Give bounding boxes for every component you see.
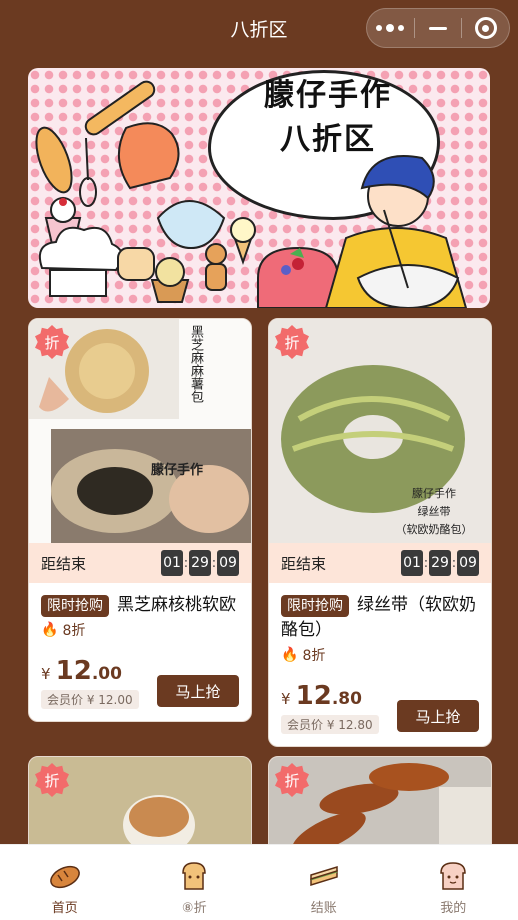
product-info: 限时抢购 绿丝带（软欧奶酪包） 🔥 8折 ¥ 12.80 会员价 ¥ 12.80 …	[269, 583, 491, 746]
countdown-seconds: 09	[217, 550, 239, 576]
sale-price: ¥ 12.80	[281, 681, 379, 711]
baking-doodles	[35, 80, 468, 308]
tab-label: 我的	[440, 901, 467, 916]
currency-symbol: ¥	[281, 690, 291, 708]
discount-text: 8折	[302, 648, 326, 664]
flash-sale-tag: 限时抢购	[41, 595, 109, 617]
countdown-hours: 01	[161, 550, 183, 576]
page-title: 八折区	[230, 18, 288, 41]
price-decimal: .00	[91, 664, 122, 684]
price-row: ¥ 12.00 会员价 ¥ 12.00 马上抢	[41, 656, 239, 709]
countdown-bar: 距结束 01 : 29 : 09	[269, 543, 491, 583]
price-row: ¥ 12.80 会员价 ¥ 12.80 马上抢	[281, 681, 479, 734]
photo-caption: 黑芝麻麻薯包	[188, 325, 203, 403]
sandwich-icon	[310, 865, 338, 887]
price-decimal: .80	[331, 689, 362, 709]
discount-text: 8折	[62, 623, 86, 639]
product-card[interactable]: 朦仔手作 绿丝带 （软欧奶酪包） 折 距结束 01 : 29 : 09 限时抢购…	[268, 318, 492, 747]
product-card[interactable]: 黑芝麻麻薯包 朦仔手作 折 距结束 01 : 29 : 09 限时抢购 黑芝麻核桃…	[28, 318, 252, 722]
bread-icon	[49, 865, 80, 889]
tab-label: 首页	[51, 901, 78, 916]
flame-icon: 🔥	[41, 622, 59, 638]
countdown-label: 距结束	[41, 554, 87, 573]
discount-rate: 🔥 8折	[281, 645, 479, 665]
buy-now-button[interactable]: 马上抢	[157, 675, 239, 707]
member-price: 会员价 ¥ 12.80	[281, 715, 379, 734]
countdown-hours: 01	[401, 550, 423, 576]
minimize-button[interactable]	[415, 9, 462, 47]
tab-label: 结账	[310, 901, 337, 916]
currency-symbol: ¥	[41, 665, 51, 683]
tab-profile[interactable]: 我的	[389, 845, 518, 920]
photo-caption: 朦仔手作 绿丝带 （软欧奶酪包）	[395, 487, 473, 536]
mini-program-capsule	[366, 8, 510, 48]
target-icon	[474, 17, 497, 39]
product-photo: 折	[269, 757, 491, 855]
more-button[interactable]	[367, 9, 414, 47]
countdown-minutes: 29	[189, 550, 211, 576]
product-photo: 黑芝麻麻薯包 朦仔手作 折	[29, 319, 251, 543]
price-block: ¥ 12.00 会员价 ¥ 12.00	[41, 656, 139, 709]
price-integer: 12	[295, 681, 332, 711]
countdown-minutes: 29	[429, 550, 451, 576]
tab-home[interactable]: 首页	[0, 845, 130, 920]
more-dots-icon	[376, 24, 405, 32]
photo-brand: 朦仔手作	[151, 463, 204, 478]
close-button[interactable]	[462, 9, 509, 47]
price-block: ¥ 12.80 会员价 ¥ 12.80	[281, 681, 379, 734]
product-name-line: 限时抢购 绿丝带（软欧奶酪包）	[281, 593, 479, 643]
nav-bar: 八折区	[0, 0, 518, 56]
bread-face-icon	[440, 862, 467, 890]
buy-now-button[interactable]: 马上抢	[397, 700, 479, 732]
tab-label: ⑧折	[181, 901, 207, 916]
flame-icon: 🔥	[281, 647, 299, 663]
discount-rate: 🔥 8折	[41, 620, 239, 640]
countdown-bar: 距结束 01 : 29 : 09	[29, 543, 251, 583]
product-card[interactable]: 折	[268, 756, 492, 856]
tab-checkout[interactable]: 结账	[259, 845, 389, 920]
product-photo: 朦仔手作 绿丝带 （软欧奶酪包） 折	[269, 319, 491, 543]
sale-price: ¥ 12.00	[41, 656, 139, 686]
tab-discount[interactable]: ⑧折	[130, 845, 260, 920]
countdown-label: 距结束	[281, 554, 327, 573]
bottom-tab-bar: 首页 ⑧折 结账 我的	[0, 844, 518, 920]
product-name-line: 限时抢购 黑芝麻核桃软欧	[41, 593, 239, 618]
countdown-seconds: 09	[457, 550, 479, 576]
member-price: 会员价 ¥ 12.00	[41, 690, 139, 709]
product-info: 限时抢购 黑芝麻核桃软欧 🔥 8折 ¥ 12.00 会员价 ¥ 12.00 马上抢	[29, 583, 251, 721]
minus-icon	[429, 26, 447, 30]
toast-icon	[182, 862, 207, 890]
product-name: 黑芝麻核桃软欧	[117, 595, 236, 615]
product-photo: 折	[29, 757, 251, 855]
flash-sale-tag: 限时抢购	[281, 595, 349, 617]
price-integer: 12	[55, 656, 92, 686]
product-card[interactable]: 折	[28, 756, 252, 856]
promo-banner[interactable]: 朦仔手作 八折区	[28, 68, 490, 308]
